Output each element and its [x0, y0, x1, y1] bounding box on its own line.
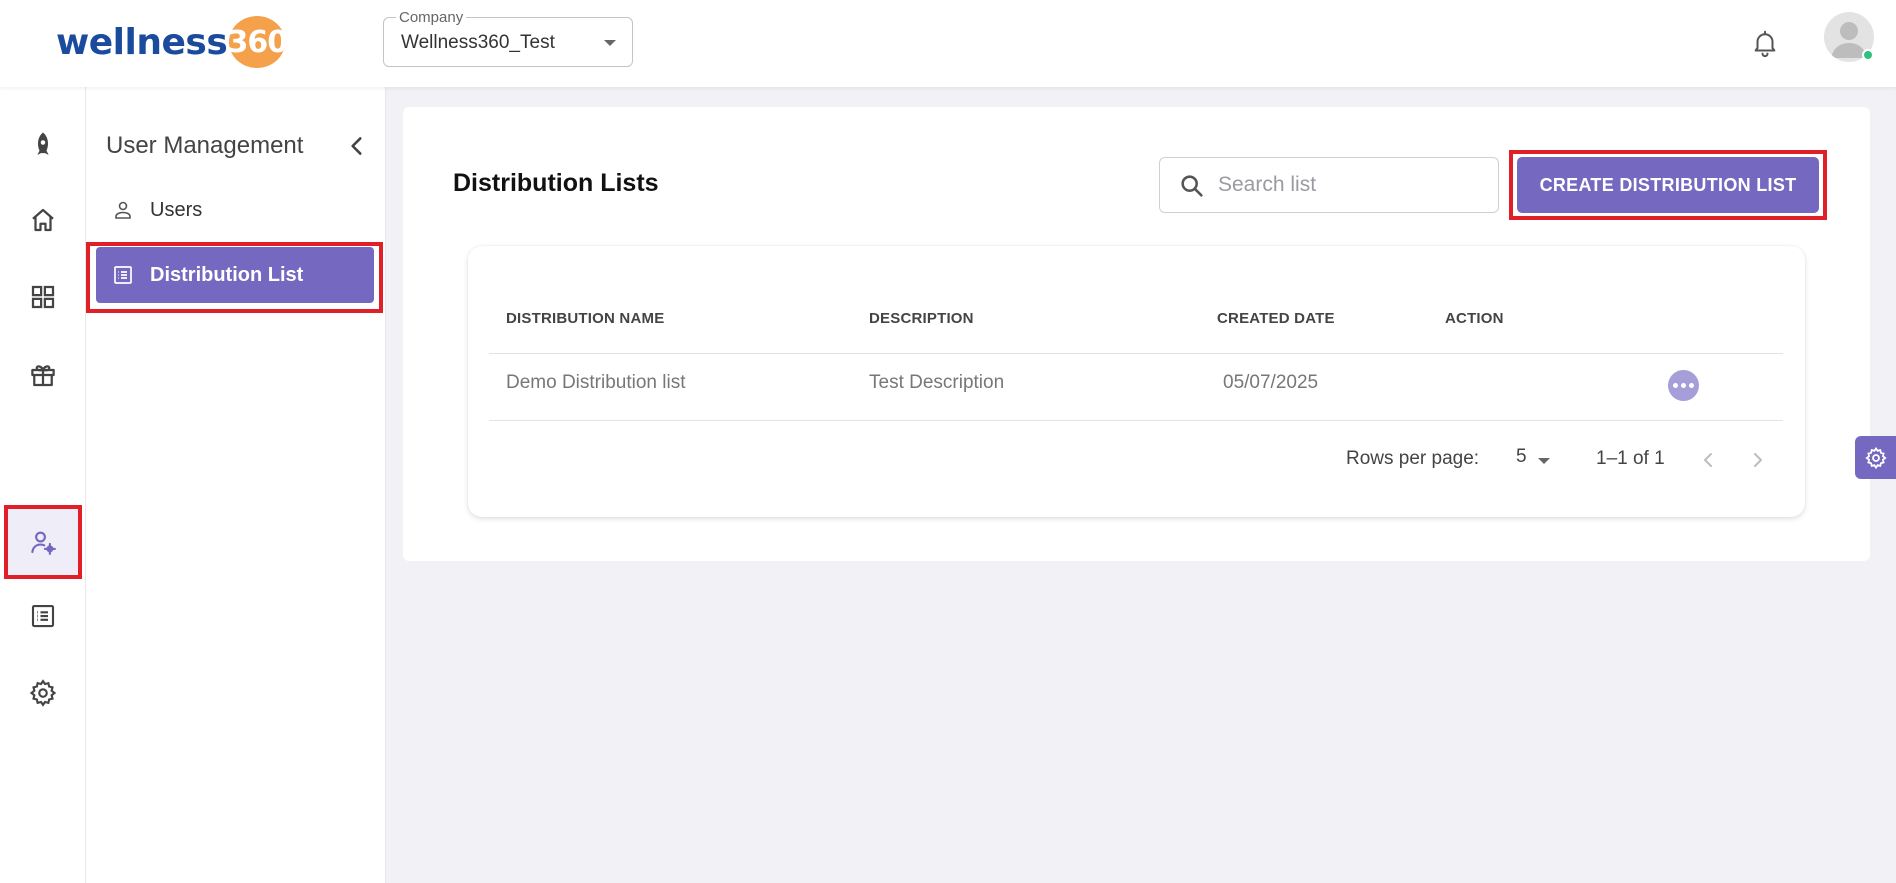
chevron-left-icon[interactable] — [344, 131, 370, 161]
search-box[interactable] — [1159, 157, 1499, 213]
logo-number: 360 — [227, 16, 288, 68]
row-description: Test Description — [869, 372, 1005, 393]
row-name: Demo Distribution list — [506, 372, 686, 393]
gear-icon — [1864, 446, 1887, 469]
wellness360-logo[interactable]: wellness 360 — [56, 16, 288, 68]
bell-icon[interactable] — [1750, 26, 1780, 60]
chevron-left-icon[interactable] — [1696, 446, 1720, 474]
company-select-label: Company — [396, 9, 467, 26]
sidebar-item-label: Distribution List — [150, 263, 304, 286]
rows-per-page-label: Rows per page: — [1346, 448, 1480, 469]
user-settings-icon[interactable] — [22, 521, 64, 563]
logo-word: wellness — [56, 21, 228, 63]
more-actions-button[interactable] — [1668, 370, 1699, 401]
caret-down-icon — [604, 40, 616, 46]
search-input[interactable] — [1218, 158, 1488, 212]
dot — [1681, 383, 1686, 388]
user-icon — [110, 197, 136, 223]
home-icon[interactable] — [22, 199, 64, 241]
column-header-name: DISTRIBUTION NAME — [506, 310, 665, 327]
sidebar-item-distribution-list[interactable]: Distribution List — [96, 247, 374, 303]
user-management-sidebar: User Management Users Distribution List — [86, 87, 386, 883]
page-title: Distribution Lists — [453, 169, 659, 197]
list-icon[interactable] — [22, 595, 64, 637]
row-divider — [489, 420, 1783, 421]
rows-per-page-select[interactable]: 5 — [1516, 446, 1556, 472]
rocket-icon[interactable] — [22, 124, 64, 166]
create-distribution-list-button[interactable]: CREATE DISTRIBUTION LIST — [1517, 157, 1819, 213]
top-bar: wellness 360 Company Wellness360_Test — [0, 0, 1896, 87]
floating-settings-button[interactable] — [1855, 436, 1896, 479]
distribution-table: DISTRIBUTION NAME DESCRIPTION CREATED DA… — [468, 246, 1805, 517]
caret-down-icon — [1538, 458, 1550, 464]
company-select-value: Wellness360_Test — [401, 32, 555, 53]
icon-rail — [0, 87, 86, 883]
gear-icon[interactable] — [22, 672, 64, 714]
sidebar-item-users[interactable]: Users — [96, 182, 374, 238]
column-header-description: DESCRIPTION — [869, 310, 974, 327]
header-divider — [489, 353, 1783, 354]
chevron-right-icon[interactable] — [1746, 446, 1770, 474]
column-header-action: ACTION — [1445, 310, 1504, 327]
column-header-created-date: CREATED DATE — [1217, 310, 1335, 327]
online-status-dot — [1862, 49, 1874, 61]
list-icon — [110, 262, 136, 288]
main-card: Distribution Lists CREATE DISTRIBUTION L… — [403, 107, 1870, 561]
sidebar-title: User Management — [106, 132, 304, 159]
sidebar-item-label: Users — [150, 198, 203, 221]
company-select[interactable]: Company Wellness360_Test — [383, 9, 633, 67]
rows-per-page-value: 5 — [1516, 446, 1527, 467]
search-icon — [1178, 172, 1206, 200]
dot — [1673, 383, 1678, 388]
dot — [1689, 383, 1694, 388]
pagination-range: 1–1 of 1 — [1596, 448, 1665, 469]
grid-icon[interactable] — [22, 276, 64, 318]
row-created-date: 05/07/2025 — [1223, 372, 1319, 393]
gift-icon[interactable] — [22, 354, 64, 396]
